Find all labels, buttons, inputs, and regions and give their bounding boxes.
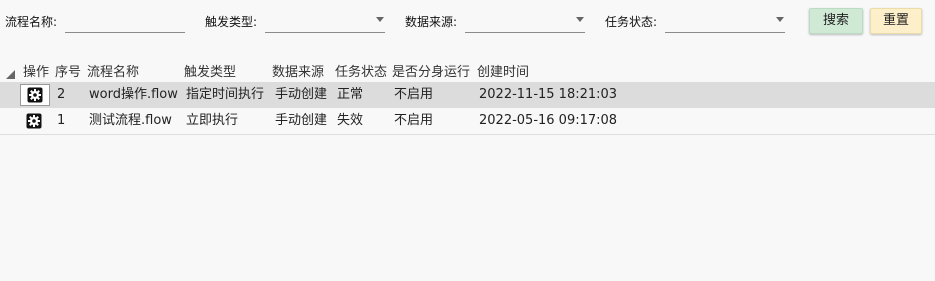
header-action[interactable]: 操作 [23,64,49,82]
task-status-select[interactable] [665,32,785,33]
header-flow-name[interactable]: 流程名称 [87,64,139,82]
row-flow-name: 测试流程.flow [89,113,172,128]
row-task-status: 失效 [337,113,364,128]
row-flow-name: word操作.flow [89,87,178,102]
task-status-label: 任务状态: [605,15,658,29]
gear-icon[interactable] [20,84,50,106]
row-created-time: 2022-05-16 09:17:08 [479,113,618,128]
row-index: 1 [57,113,66,128]
data-source-select[interactable] [465,32,585,33]
table-row[interactable]: 1 测试流程.flow 立即执行 手动创建 失效 不启用 2022-05-16 … [0,108,935,135]
header-task-status[interactable]: 任务状态 [335,64,387,82]
trigger-type-select[interactable] [265,32,385,33]
row-trigger-type: 指定时间执行 [186,87,265,102]
gear-icon[interactable] [22,111,46,131]
search-button[interactable]: 搜索 [809,8,863,34]
row-trigger-type: 立即执行 [186,113,239,128]
chevron-down-icon[interactable] [376,17,384,22]
header-index[interactable]: 序号 [55,64,81,82]
data-source-label: 数据来源: [405,15,458,29]
table-row[interactable]: 2 word操作.flow 指定时间执行 手动创建 正常 不启用 2022-11… [0,82,935,108]
row-created-time: 2022-11-15 18:21:03 [479,87,618,102]
flow-name-input[interactable] [65,32,185,33]
row-clone-run: 不启用 [394,87,434,102]
header-created-time[interactable]: 创建时间 [477,64,529,82]
chevron-down-icon[interactable] [576,17,584,22]
row-data-source: 手动创建 [275,87,328,102]
row-clone-run: 不启用 [394,113,434,128]
row-index: 2 [57,87,66,102]
row-data-source: 手动创建 [275,113,328,128]
flow-name-label: 流程名称: [5,15,58,29]
header-data-source[interactable]: 数据来源 [272,64,324,82]
trigger-type-label: 触发类型: [205,15,258,29]
select-all-triangle-icon[interactable] [6,70,15,79]
header-trigger-type[interactable]: 触发类型 [184,64,236,82]
chevron-down-icon[interactable] [776,17,784,22]
reset-button[interactable]: 重置 [870,8,922,34]
header-clone-run[interactable]: 是否分身运行 [392,64,470,82]
row-task-status: 正常 [337,87,364,102]
